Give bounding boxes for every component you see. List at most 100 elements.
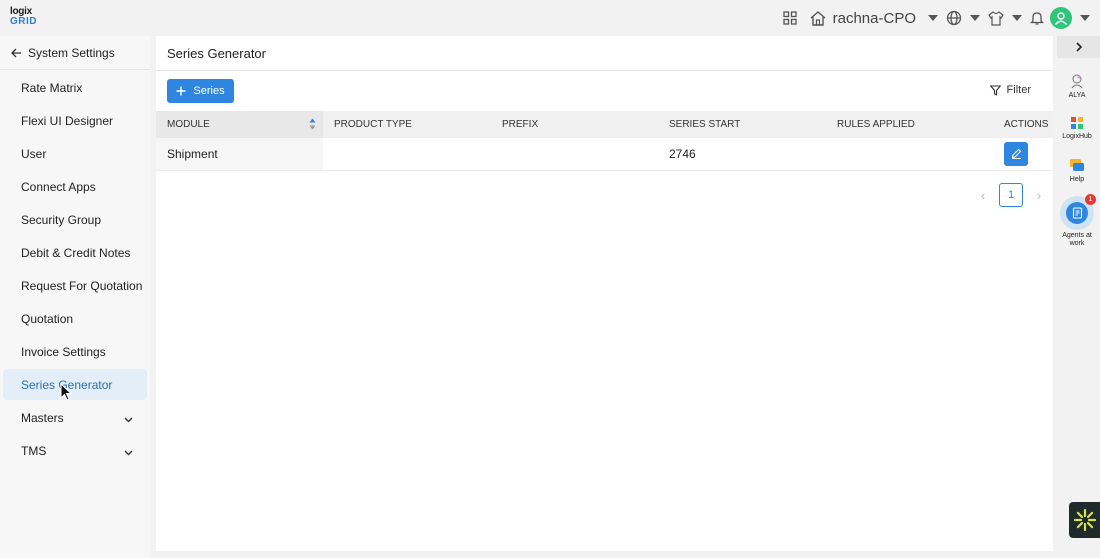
sidebar-item-invoice-settings[interactable]: Invoice Settings bbox=[3, 336, 147, 367]
sort-icon[interactable] bbox=[309, 118, 316, 133]
top-right-actions: rachna-CPO bbox=[782, 6, 1092, 30]
help-label: Help bbox=[1069, 176, 1085, 183]
sidebar-item-label: TMS bbox=[21, 443, 47, 458]
page-button-current[interactable]: 1 bbox=[999, 183, 1023, 207]
column-header-prefix[interactable]: PREFIX bbox=[491, 111, 658, 138]
chevron-down-icon bbox=[124, 445, 133, 459]
page-title: Series Generator bbox=[156, 36, 1053, 71]
cell-prefix bbox=[491, 138, 658, 171]
back-label: System Settings bbox=[28, 45, 115, 60]
sidebar-item-request-for-quotation[interactable]: Request For Quotation bbox=[3, 270, 147, 301]
next-page-icon[interactable]: › bbox=[1033, 188, 1045, 203]
workspace-caret-icon[interactable] bbox=[928, 15, 938, 21]
sidebar-item-security-group[interactable]: Security Group bbox=[3, 204, 147, 235]
agents-label-line2: work bbox=[1069, 240, 1085, 247]
add-series-button[interactable]: Series bbox=[167, 79, 234, 103]
sidebar-item-label: Request For Quotation bbox=[21, 278, 143, 293]
back-to-system-settings[interactable]: System Settings bbox=[0, 36, 150, 70]
column-header-label: PREFIX bbox=[502, 119, 539, 130]
mouse-cursor-icon bbox=[60, 382, 73, 406]
apps-grid-icon[interactable] bbox=[782, 11, 797, 25]
help-shortcut[interactable]: Help bbox=[1054, 158, 1100, 184]
language-caret-icon[interactable] bbox=[970, 15, 980, 21]
column-header-product-type[interactable]: PRODUCT TYPE bbox=[323, 111, 491, 138]
sidebar-item-label: Masters bbox=[21, 410, 64, 425]
sidebar-item-debit-credit-notes[interactable]: Debit & Credit Notes bbox=[3, 237, 147, 268]
sidebar-item-flexi-ui-designer[interactable]: Flexi UI Designer bbox=[3, 105, 147, 136]
sidebar-item-masters[interactable]: Masters bbox=[3, 402, 147, 433]
bell-icon[interactable] bbox=[1030, 10, 1044, 26]
filter-icon bbox=[989, 84, 1001, 96]
sidebar-item-label: Debit & Credit Notes bbox=[21, 245, 131, 260]
sidebar-item-label: Security Group bbox=[21, 212, 102, 227]
collapse-rail-button[interactable] bbox=[1057, 36, 1100, 58]
arrow-left-icon bbox=[11, 48, 22, 58]
column-header-module[interactable]: MODULE bbox=[156, 111, 323, 138]
sidebar-item-label: Connect Apps bbox=[21, 179, 96, 194]
sidebar-item-user[interactable]: User bbox=[3, 138, 147, 169]
edit-button[interactable] bbox=[1004, 141, 1028, 166]
top-bar: logix GRID rachna-CPO bbox=[0, 0, 1100, 36]
column-header-actions: ACTIONS bbox=[993, 111, 1053, 138]
sidebar-item-series-generator[interactable]: Series Generator bbox=[3, 369, 147, 400]
notification-badge: 1 bbox=[1085, 194, 1096, 205]
sidebar-item-tms[interactable]: TMS bbox=[3, 435, 147, 466]
column-header-series-start[interactable]: SERIES START bbox=[658, 111, 826, 138]
column-header-label: PRODUCT TYPE bbox=[334, 119, 412, 130]
cell-actions bbox=[993, 138, 1053, 171]
logixhub-shortcut[interactable]: LogixHub bbox=[1054, 116, 1100, 141]
logo[interactable]: logix GRID bbox=[10, 7, 40, 27]
agents-icon: 1 bbox=[1060, 194, 1096, 230]
sidebar-item-label: Flexi UI Designer bbox=[21, 113, 114, 128]
column-header-label: ACTIONS bbox=[1004, 119, 1049, 130]
toolbar: Series Filter bbox=[156, 71, 1053, 111]
logo-line2: GRID bbox=[10, 16, 37, 27]
assistant-widget[interactable] bbox=[1069, 502, 1100, 538]
home-icon[interactable] bbox=[809, 10, 827, 26]
cell-module: Shipment bbox=[156, 138, 323, 171]
alya-shortcut[interactable]: ALYA bbox=[1054, 73, 1100, 100]
right-rail: ALYA LogixHub Help 1 Agents at work bbox=[1054, 36, 1100, 558]
filter-label: Filter bbox=[1006, 84, 1031, 96]
alya-label: ALYA bbox=[1068, 92, 1086, 99]
sidebar-item-connect-apps[interactable]: Connect Apps bbox=[3, 171, 147, 202]
column-header-label: RULES APPLIED bbox=[837, 119, 915, 130]
sunburst-icon bbox=[1073, 508, 1096, 532]
logixhub-label: LogixHub bbox=[1062, 133, 1092, 140]
user-avatar[interactable] bbox=[1050, 7, 1072, 29]
column-header-label: MODULE bbox=[167, 119, 210, 130]
chevron-right-icon bbox=[1075, 42, 1082, 52]
workspace-name[interactable]: rachna-CPO bbox=[833, 10, 916, 27]
sidebar-item-label: User bbox=[21, 146, 47, 161]
sidebar-item-label: Quotation bbox=[21, 311, 74, 326]
pagination: ‹ 1 › bbox=[977, 183, 1045, 207]
shirt-icon[interactable] bbox=[988, 10, 1004, 26]
add-series-label: Series bbox=[193, 85, 225, 97]
filter-button[interactable]: Filter bbox=[989, 84, 1031, 96]
sidebar-item-quotation[interactable]: Quotation bbox=[3, 303, 147, 334]
pencil-icon bbox=[1011, 148, 1021, 160]
theme-caret-icon[interactable] bbox=[1012, 15, 1022, 21]
main-panel: Series Generator Series Filter MODULE PR… bbox=[156, 36, 1053, 551]
logixhub-icon bbox=[1071, 117, 1083, 129]
sidebar: System Settings Rate Matrix Flexi UI Des… bbox=[0, 36, 150, 558]
cell-rules-applied bbox=[826, 138, 993, 171]
help-chat-icon bbox=[1070, 159, 1084, 171]
sidebar-item-rate-matrix[interactable]: Rate Matrix bbox=[3, 72, 147, 103]
column-header-label: SERIES START bbox=[669, 119, 741, 130]
prev-page-icon[interactable]: ‹ bbox=[977, 188, 989, 203]
sidebar-item-label: Invoice Settings bbox=[21, 344, 106, 359]
column-header-rules-applied[interactable]: RULES APPLIED bbox=[826, 111, 993, 138]
agents-label-line1: Agents at bbox=[1062, 232, 1092, 239]
table-header-row: MODULE PRODUCT TYPE PREFIX SERIES START … bbox=[156, 111, 1053, 138]
sidebar-nav: Rate Matrix Flexi UI Designer User Conne… bbox=[0, 72, 150, 466]
series-table: MODULE PRODUCT TYPE PREFIX SERIES START … bbox=[156, 111, 1053, 171]
cell-product-type bbox=[323, 138, 491, 171]
table-row[interactable]: Shipment 2746 bbox=[156, 138, 1053, 171]
agents-at-work-shortcut[interactable]: 1 Agents at work bbox=[1054, 194, 1100, 248]
cell-series-start: 2746 bbox=[658, 138, 826, 171]
sidebar-item-label: Rate Matrix bbox=[21, 80, 83, 95]
globe-icon[interactable] bbox=[946, 10, 962, 26]
user-caret-icon[interactable] bbox=[1080, 15, 1090, 21]
alya-icon bbox=[1071, 74, 1083, 89]
